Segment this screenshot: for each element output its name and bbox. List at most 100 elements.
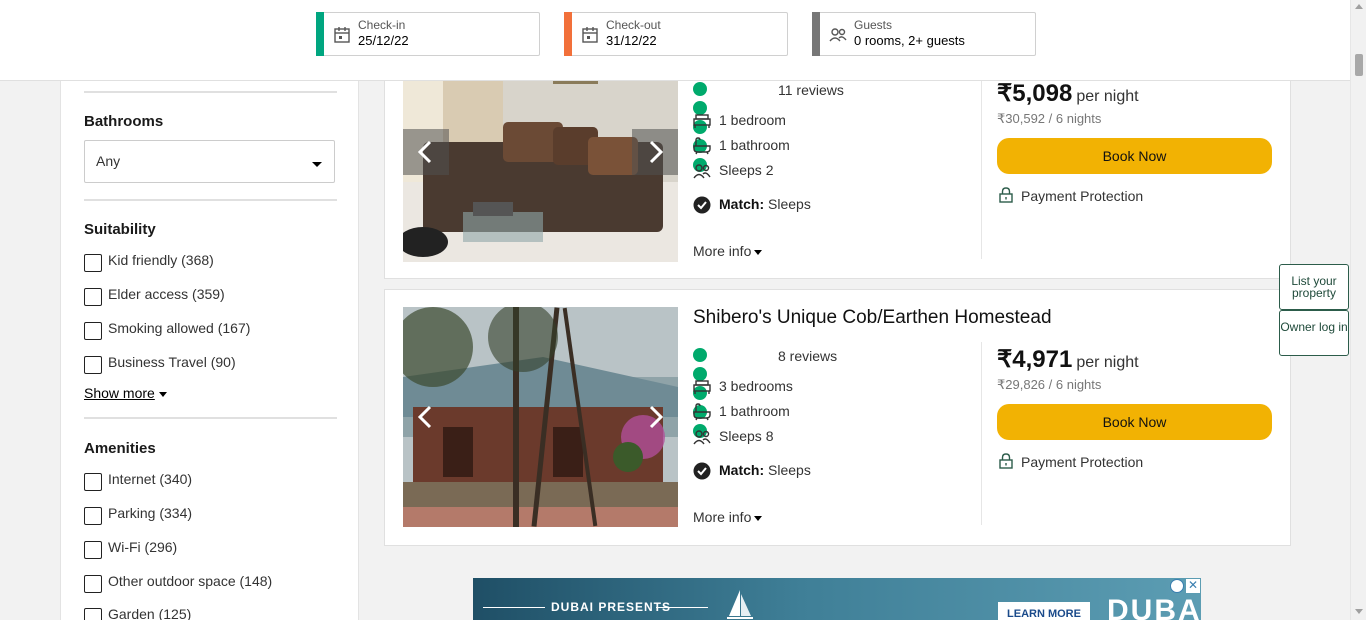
rating-bubble-icon	[693, 82, 707, 96]
owner-login-button[interactable]: Owner log in	[1279, 310, 1349, 356]
checkout-value: 31/12/22	[606, 33, 657, 48]
review-count[interactable]: 8 reviews	[778, 348, 837, 364]
match-value: Sleeps	[768, 196, 811, 212]
checkbox-label: Garden (125)	[108, 606, 192, 620]
bathrooms-select[interactable]: Any	[84, 140, 335, 183]
payment-protection-label: Payment Protection	[1021, 188, 1144, 204]
checkout-label: Check-out	[606, 18, 661, 32]
photo-prev-button[interactable]	[403, 394, 449, 440]
divider	[84, 199, 337, 201]
checkin-field[interactable]: Check-in 25/12/22	[316, 12, 540, 56]
bathtub-icon	[693, 403, 711, 421]
book-now-button[interactable]: Book Now	[997, 404, 1272, 440]
sailboat-icon	[727, 590, 753, 619]
checkbox[interactable]	[84, 608, 102, 620]
checkbox[interactable]	[84, 254, 102, 272]
listing-photo[interactable]	[403, 307, 678, 527]
guests-field[interactable]: Guests 0 rooms, 2+ guests	[812, 12, 1036, 56]
bed-icon	[693, 114, 711, 128]
bathtub-icon	[693, 137, 711, 155]
photo-prev-button[interactable]	[403, 129, 449, 175]
scroll-up-icon[interactable]	[1355, 4, 1363, 9]
listing-card[interactable]: 11 reviews 1 bedroom 1 bathroom Sleeps 2…	[384, 42, 1291, 279]
bathrooms-text: 1 bathroom	[719, 137, 790, 153]
checkin-stripe	[316, 12, 324, 56]
price: ₹5,098 per night	[997, 79, 1139, 108]
people-icon	[693, 430, 711, 445]
ad-brand: DUBAI	[1107, 594, 1201, 620]
ad-headline: DUBAI PRESENTS	[551, 600, 672, 614]
listing-title[interactable]: Shibero's Unique Cob/Earthen Homestead	[693, 307, 1052, 329]
checkbox[interactable]	[84, 507, 102, 525]
scroll-down-icon[interactable]	[1355, 609, 1363, 614]
bathrooms-select-value: Any	[96, 153, 121, 169]
photo-next-button[interactable]	[632, 394, 678, 440]
show-more-label: Show more	[84, 385, 155, 401]
listing-card[interactable]: Shibero's Unique Cob/Earthen Homestead 8…	[384, 289, 1291, 546]
price-total: ₹29,826 / 6 nights	[997, 377, 1102, 392]
checkout-field[interactable]: Check-out 31/12/22	[564, 12, 788, 56]
card-divider	[981, 342, 982, 525]
card-divider	[981, 61, 982, 259]
scroll-thumb[interactable]	[1355, 54, 1363, 76]
ad-choices-icon[interactable]	[1170, 579, 1184, 593]
book-now-button[interactable]: Book Now	[997, 138, 1272, 174]
calendar-icon	[334, 27, 350, 43]
bedrooms-text: 1 bedroom	[719, 112, 786, 128]
checkbox-label: Smoking allowed (167)	[108, 320, 251, 336]
checkbox-label: Business Travel (90)	[108, 354, 236, 370]
price: ₹4,971 per night	[997, 345, 1139, 374]
filter-sidebar: Bathrooms Any Suitability Kid friendly (…	[60, 81, 359, 620]
checkbox[interactable]	[84, 575, 102, 593]
check-circle-icon	[693, 462, 711, 480]
bathrooms-text: 1 bathroom	[719, 403, 790, 419]
list-property-button[interactable]: List your property	[1279, 264, 1349, 310]
more-info-label: More info	[693, 509, 752, 525]
ad-close-button[interactable]: ✕	[1186, 579, 1200, 593]
match-text: Match: Sleeps	[719, 462, 811, 478]
chevron-right-icon	[649, 140, 664, 164]
chevron-left-icon	[417, 140, 432, 164]
price-amount: ₹4,971	[997, 346, 1073, 373]
show-more-link[interactable]: Show more	[84, 385, 167, 401]
chevron-down-icon	[754, 515, 763, 521]
guests-label: Guests	[854, 18, 893, 32]
more-info-label: More info	[693, 243, 752, 259]
photo-next-button[interactable]	[632, 129, 678, 175]
people-icon	[829, 28, 847, 42]
page-scrollbar[interactable]	[1350, 0, 1366, 620]
chevron-down-icon	[158, 391, 167, 397]
sleeps-text: Sleeps 2	[719, 162, 774, 178]
divider	[84, 417, 337, 419]
checkbox[interactable]	[84, 541, 102, 559]
price-per: per night	[1076, 354, 1139, 371]
checkbox-label: Elder access (359)	[108, 286, 225, 302]
checkin-value: 25/12/22	[358, 33, 409, 48]
bedrooms-text: 3 bedrooms	[719, 378, 793, 394]
match-value: Sleeps	[768, 462, 811, 478]
match-label: Match:	[719, 462, 765, 478]
checkbox-label: Other outdoor space (148)	[108, 573, 273, 589]
more-info-link[interactable]: More info	[693, 509, 763, 525]
checkbox[interactable]	[84, 356, 102, 374]
ad-rule	[656, 607, 708, 608]
review-count[interactable]: 11 reviews	[778, 82, 844, 98]
chevron-right-icon	[649, 405, 664, 429]
more-info-link[interactable]: More info	[693, 243, 763, 259]
match-text: Match: Sleeps	[719, 196, 811, 212]
price-total: ₹30,592 / 6 nights	[997, 111, 1102, 126]
checkbox[interactable]	[84, 322, 102, 340]
lock-icon	[999, 187, 1013, 203]
lock-icon	[999, 453, 1013, 469]
ad-banner[interactable]: DUBAI PRESENTS LEARN MORE DUBAI ✕	[473, 578, 1201, 620]
ad-learn-more-button[interactable]: LEARN MORE	[998, 602, 1090, 620]
match-label: Match:	[719, 196, 765, 212]
payment-protection-label: Payment Protection	[1021, 454, 1144, 470]
rating-bubble-icon	[693, 348, 707, 362]
people-icon	[693, 164, 711, 179]
checkbox[interactable]	[84, 288, 102, 306]
calendar-icon	[582, 27, 598, 43]
checkbox[interactable]	[84, 473, 102, 491]
checkbox-label: Parking (334)	[108, 505, 193, 521]
chevron-down-icon	[312, 162, 322, 167]
